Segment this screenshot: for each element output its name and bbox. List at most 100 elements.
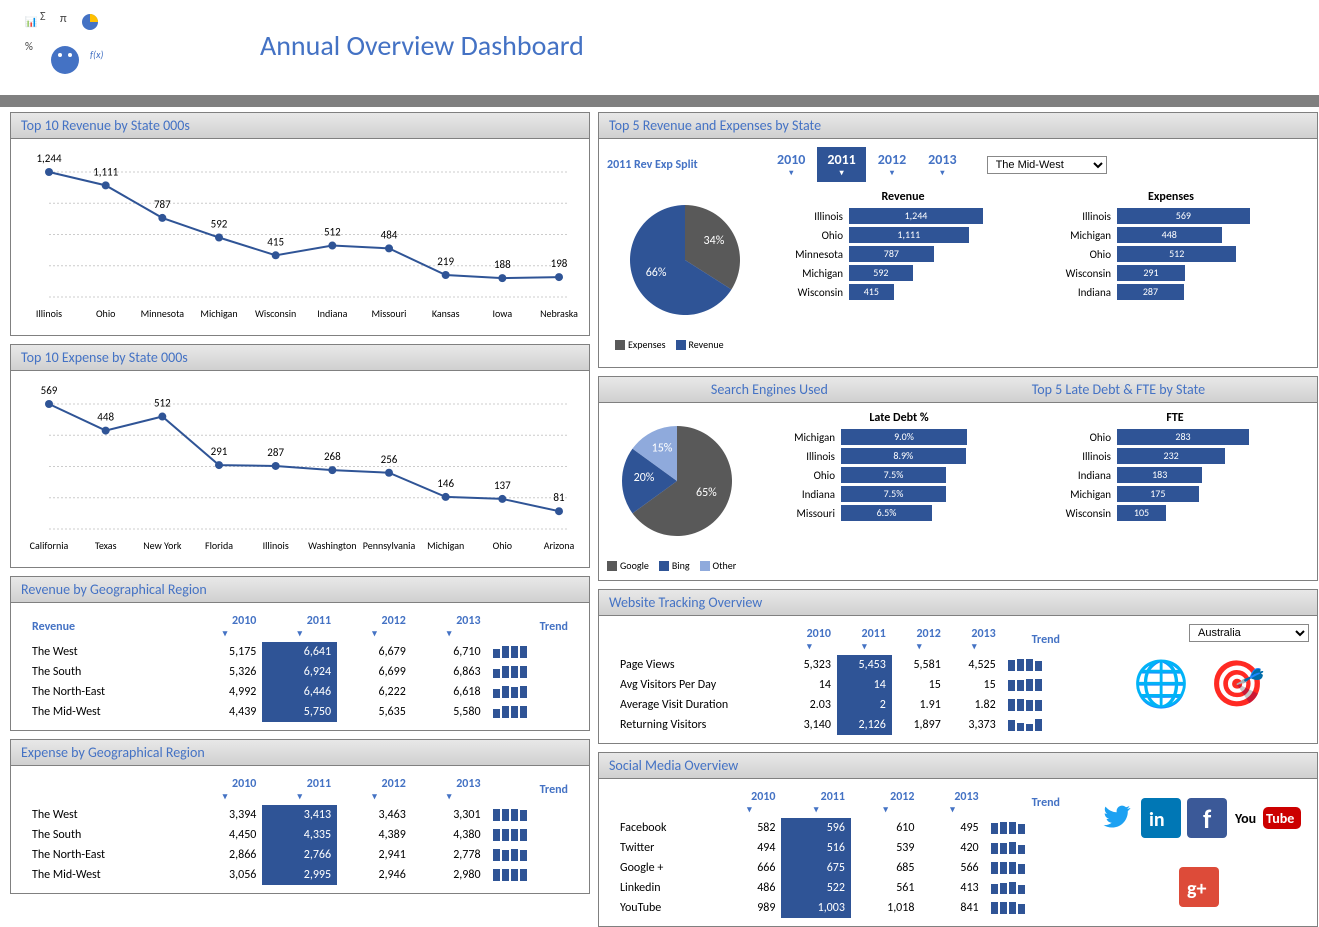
bar-row: Indiana287 <box>1041 284 1301 300</box>
table-row: The South4,4504,3354,3894,380 <box>26 825 574 845</box>
fte-bars-title: FTE <box>1041 411 1309 425</box>
svg-text:New York: New York <box>143 539 182 552</box>
col-header[interactable] <box>26 774 188 805</box>
col-header[interactable]: 2013▾ <box>412 774 487 805</box>
svg-text:📊: 📊 <box>25 15 37 28</box>
table-row: Average Visit Duration2.0321.911.82 <box>614 695 1066 715</box>
svg-text:in: in <box>1149 808 1165 832</box>
svg-text:Indiana: Indiana <box>317 307 347 320</box>
svg-text:592: 592 <box>211 218 228 231</box>
panel-revenue-region: Revenue by Geographical Region Revenue20… <box>10 576 590 731</box>
table-row: Google +666675685566 <box>614 858 1066 878</box>
svg-text:Michigan: Michigan <box>200 307 237 320</box>
panel-title: Top 10 Revenue by State 000s <box>11 113 589 139</box>
table-row: The Mid-West4,4395,7505,6355,580 <box>26 702 574 722</box>
svg-text:512: 512 <box>154 397 171 410</box>
col-header[interactable]: 2010▾ <box>188 774 263 805</box>
table-row: Returning Visitors3,1402,1261,8973,373 <box>614 715 1066 735</box>
bar-row: Illinois8.9% <box>765 448 1033 464</box>
target-icon: 🎯 <box>1209 657 1265 712</box>
col-header[interactable] <box>614 624 782 655</box>
region-select[interactable]: The Mid-West <box>987 156 1107 174</box>
bar-row: Minnesota787 <box>773 246 1033 262</box>
svg-text:569: 569 <box>41 384 58 397</box>
bar-row: Michigan448 <box>1041 227 1301 243</box>
col-header[interactable]: Revenue <box>26 611 188 642</box>
col-header[interactable]: 2012▾ <box>337 774 412 805</box>
svg-text:Michigan: Michigan <box>427 539 464 552</box>
year-tab-2010[interactable]: 2010▾ <box>767 147 815 182</box>
svg-text:291: 291 <box>211 445 228 458</box>
col-header: Trend <box>487 774 574 805</box>
year-tab-2012[interactable]: 2012▾ <box>868 147 916 182</box>
svg-text:146: 146 <box>437 477 454 490</box>
expense-bars-title: Expenses <box>1041 190 1301 204</box>
table-row: The West3,3943,4133,4633,301 <box>26 805 574 825</box>
country-select[interactable]: Australia <box>1189 624 1309 642</box>
svg-text:198: 198 <box>551 257 568 270</box>
page-title: Annual Overview Dashboard <box>260 28 584 63</box>
search-pie-chart: 65%20%15% GoogleBingOther <box>607 411 757 572</box>
svg-text:268: 268 <box>324 450 341 463</box>
col-header[interactable]: 2011▾ <box>262 611 337 642</box>
table-row: YouTube9891,0031,018841 <box>614 898 1066 918</box>
col-header: Trend <box>487 611 574 642</box>
col-header[interactable]: 2011▾ <box>262 774 337 805</box>
year-tab-2013[interactable]: 2013▾ <box>918 147 966 182</box>
panel-top10-expense: Top 10 Expense by State 000s 56944851229… <box>10 344 590 568</box>
year-tab-2011[interactable]: 2011▾ <box>817 147 865 182</box>
bar-row: Wisconsin415 <box>773 284 1033 300</box>
svg-text:20%: 20% <box>634 471 655 485</box>
svg-text:Illinois: Illinois <box>263 539 289 552</box>
col-header[interactable]: 2010▾ <box>782 624 837 655</box>
svg-text:415: 415 <box>267 235 284 248</box>
svg-text:Minnesota: Minnesota <box>141 307 185 320</box>
panel-title: Website Tracking Overview <box>599 590 1317 616</box>
svg-text:Tube: Tube <box>1266 810 1294 827</box>
panel-title: Revenue by Geographical Region <box>11 577 589 603</box>
svg-text:1,244: 1,244 <box>36 152 61 165</box>
col-header[interactable]: 2013▾ <box>412 611 487 642</box>
svg-text:65%: 65% <box>696 486 717 500</box>
bar-row: Wisconsin291 <box>1041 265 1301 281</box>
col-header[interactable]: 2012▾ <box>851 787 921 818</box>
svg-text:287: 287 <box>267 446 284 459</box>
table-row: The South5,3266,9246,6996,863 <box>26 662 574 682</box>
bar-row: Michigan175 <box>1041 486 1309 502</box>
panel-title: Search Engines UsedTop 5 Late Debt & FTE… <box>599 377 1317 403</box>
svg-text:137: 137 <box>494 479 511 492</box>
pie-label: 2011 Rev Exp Split <box>607 158 747 172</box>
col-header[interactable]: 2010▾ <box>188 611 263 642</box>
col-header[interactable]: 2012▾ <box>337 611 412 642</box>
col-header[interactable]: 2011▾ <box>781 787 851 818</box>
svg-text:787: 787 <box>154 198 171 211</box>
svg-text:Missouri: Missouri <box>372 307 407 320</box>
col-header[interactable]: 2013▾ <box>920 787 984 818</box>
bar-row: Missouri6.5% <box>765 505 1033 521</box>
col-header[interactable] <box>614 787 717 818</box>
revenue-line-chart: 1,2441,111787592415512484219188198Illino… <box>11 139 589 335</box>
svg-text:California: California <box>30 539 69 552</box>
svg-text:256: 256 <box>381 453 398 466</box>
svg-text:15%: 15% <box>652 442 673 456</box>
facebook-icon: f <box>1187 798 1227 838</box>
svg-text:81: 81 <box>553 491 565 504</box>
col-header[interactable]: 2010▾ <box>717 787 781 818</box>
googleplus-icon: g+ <box>1179 867 1219 907</box>
col-header[interactable]: 2012▾ <box>892 624 947 655</box>
panel-top10-revenue: Top 10 Revenue by State 000s 1,2441,1117… <box>10 112 590 336</box>
bar-row: Ohio512 <box>1041 246 1301 262</box>
svg-text:Nebraska: Nebraska <box>540 307 578 320</box>
svg-text:Arizona: Arizona <box>544 539 575 552</box>
col-header[interactable]: 2011▾ <box>837 624 892 655</box>
divider <box>0 95 1319 107</box>
svg-text:34%: 34% <box>704 234 725 248</box>
bar-row: Illinois1,244 <box>773 208 1033 224</box>
panel-title: Social Media Overview <box>599 753 1317 779</box>
panel-expense-region: Expense by Geographical Region 2010▾2011… <box>10 739 590 894</box>
col-header[interactable]: 2013▾ <box>947 624 1002 655</box>
table-row: Facebook582596610495 <box>614 818 1066 838</box>
bar-row: Ohio283 <box>1041 429 1309 445</box>
table-row: The North-East2,8662,7662,9412,778 <box>26 845 574 865</box>
bar-row: Illinois232 <box>1041 448 1309 464</box>
